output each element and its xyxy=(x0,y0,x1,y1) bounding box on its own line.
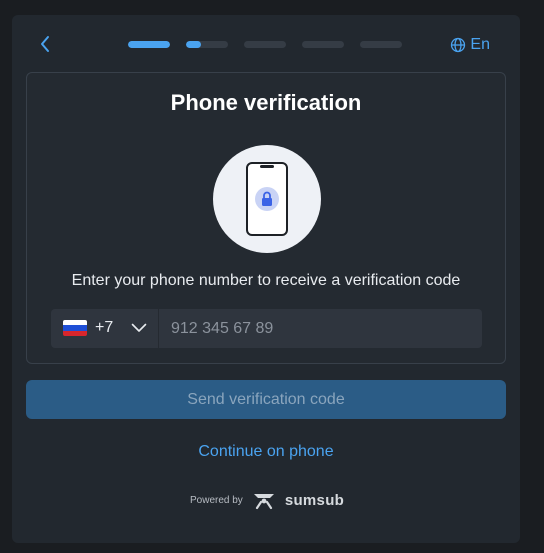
send-verification-code-button[interactable]: Send verification code xyxy=(26,380,506,419)
sumsub-logo-icon xyxy=(253,494,274,510)
language-label: En xyxy=(470,36,490,53)
step-2 xyxy=(186,41,228,48)
step-3 xyxy=(244,41,286,48)
back-button[interactable] xyxy=(38,34,54,54)
continue-on-phone-link[interactable]: Continue on phone xyxy=(12,443,520,461)
phone-number-input[interactable] xyxy=(159,309,489,348)
step-1 xyxy=(128,41,170,48)
page-title: Phone verification xyxy=(170,90,362,115)
verification-panel: En Phone verification Enter your phone n… xyxy=(12,15,520,543)
country-code-select[interactable]: +7 xyxy=(51,309,159,348)
sumsub-brand: sumsub xyxy=(284,491,345,509)
phone-field: +7 xyxy=(51,309,489,348)
chevron-down-icon xyxy=(131,323,147,332)
powered-by-label: Powered by xyxy=(190,494,243,506)
powered-by-footer: Powered by sumsub xyxy=(190,488,344,512)
step-1-fill xyxy=(128,41,170,48)
instruction-text: Enter your phone number to receive a ver… xyxy=(71,272,461,289)
language-selector[interactable]: En xyxy=(450,35,490,55)
phone-lock-icon xyxy=(213,145,321,253)
country-code: +7 xyxy=(95,319,114,336)
step-4 xyxy=(302,41,344,48)
step-2-fill xyxy=(186,41,201,48)
top-bar: En xyxy=(12,15,520,71)
ru-flag-icon xyxy=(63,320,87,336)
step-5 xyxy=(360,41,402,48)
globe-icon xyxy=(451,37,466,53)
phone-verification-card: Phone verification Enter your phone numb… xyxy=(26,72,506,364)
chevron-left-icon xyxy=(41,36,49,52)
